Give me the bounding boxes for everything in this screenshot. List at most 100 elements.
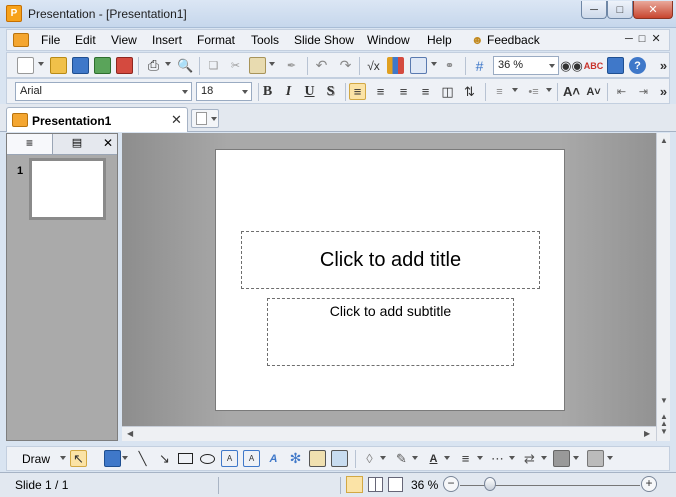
menu-window[interactable]: Window [367,33,410,47]
decrease-indent-icon[interactable]: ⇤ [613,83,630,100]
horizontal-scrollbar[interactable]: ◀ ▶ [122,426,656,441]
grow-font-icon[interactable]: A˄ [563,83,580,100]
minimize-button[interactable]: ─ [581,1,607,19]
grid-icon[interactable]: # [471,57,488,74]
italic-button[interactable]: I [280,83,297,100]
menu-help[interactable]: Help [427,33,452,47]
menu-insert[interactable]: Insert [152,33,182,47]
line-style-icon[interactable]: ≡ [457,450,474,467]
line-icon[interactable]: ╲ [134,450,151,467]
outline-view-tab[interactable]: ▤ [54,134,100,154]
slide-canvas[interactable]: Click to add title Click to add subtitle [215,149,565,411]
zoom-out-icon[interactable]: − [443,476,459,492]
3d-effects-icon[interactable] [587,450,604,467]
maximize-button[interactable]: □ [607,1,633,19]
menu-slide-show[interactable]: Slide Show [294,33,354,47]
line-color-icon[interactable]: ✎ [393,450,410,467]
print-dropdown-arrow[interactable] [165,62,171,66]
menu-file[interactable]: File [41,33,60,47]
ellipse-icon[interactable] [199,450,216,467]
arrow-style-icon[interactable]: ⇄ [521,450,538,467]
menu-edit[interactable]: Edit [75,33,96,47]
justify-icon[interactable]: ≡ [417,83,434,100]
new-tab-button[interactable] [191,109,219,128]
zoom-slider-thumb[interactable] [484,477,496,491]
send-icon[interactable] [94,57,111,74]
text-box-icon[interactable]: A [221,450,238,467]
next-slide-icon[interactable]: ▼ [660,428,668,436]
cut-icon[interactable]: ✂ [227,57,244,74]
shadow-button[interactable]: S [322,83,339,100]
bold-button[interactable]: B [259,83,276,100]
font-name-combo[interactable]: Arial [15,82,192,101]
help-icon[interactable]: ? [629,57,646,74]
formula-icon[interactable]: √x [365,57,382,74]
vertical-scrollbar[interactable]: ▲ ▼ ▲ ▲ ▼ [656,133,670,441]
find-icon[interactable]: ◉◉ [560,57,583,74]
underline-button[interactable]: U [301,83,318,100]
zoom-in-icon[interactable]: + [641,476,657,492]
scroll-right-icon[interactable]: ▶ [644,429,650,438]
close-pane-icon[interactable]: ✕ [103,136,113,150]
align-center-icon[interactable]: ≡ [372,83,389,100]
export-pdf-icon[interactable] [116,57,133,74]
insert-picture-icon[interactable] [331,450,348,467]
shapes-dropdown-arrow[interactable] [122,456,128,460]
close-button[interactable]: ✕ [633,1,673,19]
scroll-up-icon[interactable]: ▲ [660,136,668,145]
title-placeholder[interactable]: Click to add title [241,231,540,289]
vertical-align-icon[interactable]: ⇅ [461,83,478,100]
print-preview-icon[interactable]: 🔍 [177,57,194,74]
arrow-icon[interactable]: ↘ [156,450,173,467]
tab-presentation1[interactable]: Presentation1 ✕ [6,107,188,132]
align-right-icon[interactable]: ≡ [395,83,412,100]
numbered-list-dropdown-arrow[interactable] [512,88,518,92]
gluepoints-icon[interactable]: ✻ [287,450,304,467]
document-icon[interactable] [13,33,29,47]
table-dropdown-arrow[interactable] [431,62,437,66]
increase-indent-icon[interactable]: ⇥ [635,83,652,100]
rectangle-icon[interactable] [177,450,194,467]
paste-icon[interactable] [249,57,266,74]
previous-slide-icon[interactable]: ▲ ▲ [660,413,668,428]
3d-effects-dropdown-arrow[interactable] [607,456,613,460]
slides-view-tab[interactable]: ≡ [7,134,53,154]
table-icon[interactable] [410,57,427,74]
format-painter-icon[interactable]: ✒ [283,57,300,74]
font-color-dropdown-arrow[interactable] [444,456,450,460]
align-left-icon[interactable]: ≡ [349,83,366,100]
fontwork-icon[interactable]: A [265,450,282,467]
toolbar-overflow-icon[interactable]: » [655,57,672,74]
navigator-icon[interactable] [607,57,624,74]
paste-dropdown-arrow[interactable] [269,62,275,66]
fill-color-icon[interactable]: ◊ [361,450,378,467]
shapes-icon[interactable] [104,450,121,467]
menu-feedback[interactable]: Feedback [487,33,540,47]
scroll-down-icon[interactable]: ▼ [660,396,668,405]
notes-view-icon[interactable] [388,477,403,492]
vertical-text-icon[interactable]: A [243,450,260,467]
font-size-combo[interactable]: 18 [196,82,252,101]
line-style-dropdown-arrow[interactable] [477,456,483,460]
print-icon[interactable]: ⎙ [145,57,162,74]
document-window-controls[interactable]: ─□✕ [625,32,667,45]
slide-sorter-icon[interactable] [368,477,383,492]
select-pointer-icon[interactable]: ↖ [70,450,87,467]
save-icon[interactable] [72,57,89,74]
new-document-icon[interactable] [17,57,34,74]
menu-view[interactable]: View [111,33,137,47]
draw-menu-button[interactable]: Draw [22,452,50,466]
new-tab-dropdown-arrow[interactable] [211,117,217,121]
app-icon[interactable]: P [6,5,22,22]
dash-style-dropdown-arrow[interactable] [509,456,515,460]
link-icon[interactable]: ⚭ [441,57,458,74]
slide-thumbnail[interactable] [29,158,106,220]
menu-tools[interactable]: Tools [251,33,279,47]
close-tab-icon[interactable]: ✕ [171,112,182,128]
scroll-left-icon[interactable]: ◀ [127,429,133,438]
fill-color-dropdown-arrow[interactable] [380,456,386,460]
subtitle-placeholder[interactable]: Click to add subtitle [267,298,514,366]
line-color-dropdown-arrow[interactable] [412,456,418,460]
undo-icon[interactable]: ↶ [313,57,330,74]
bullet-list-dropdown-arrow[interactable] [546,88,552,92]
